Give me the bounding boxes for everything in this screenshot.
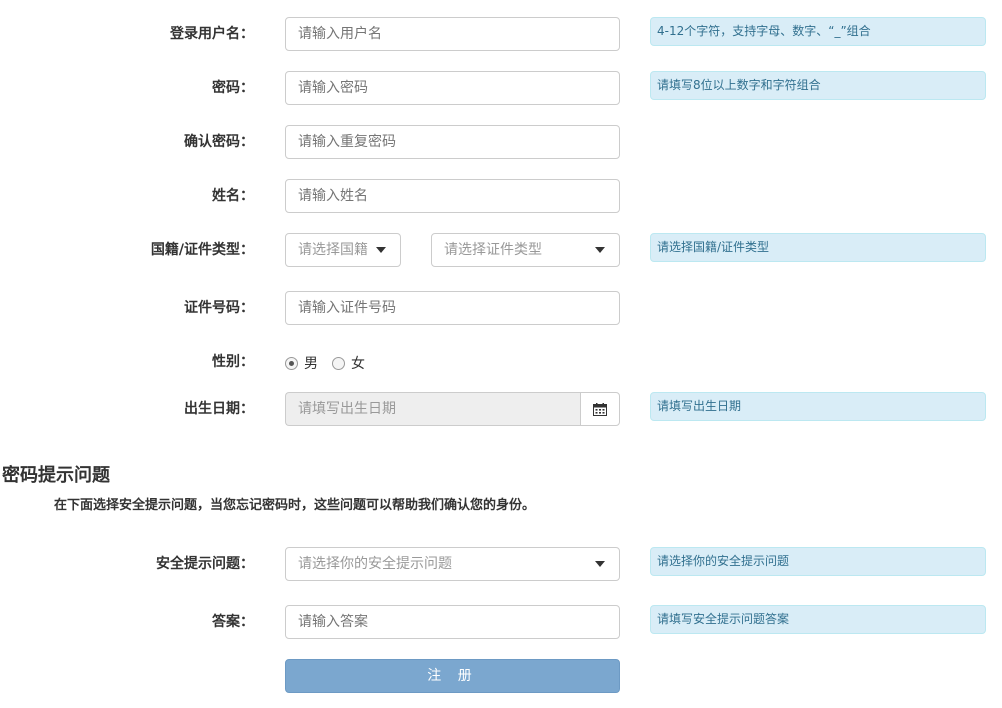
birthday-label: 出生日期： [184, 401, 254, 417]
security-question-label: 安全提示问题： [156, 556, 254, 572]
username-input[interactable] [285, 17, 620, 51]
gender-option-label: 男 [304, 356, 318, 372]
caret-down-icon [595, 561, 605, 567]
gender-radio-male[interactable] [285, 356, 298, 370]
id-type-select[interactable]: 请选择证件类型 [431, 233, 620, 267]
gender-radio-female[interactable] [332, 356, 345, 370]
birthday-date-picker: 请填写出生日期 [285, 392, 620, 426]
caret-down-icon [595, 247, 605, 253]
security-question-value: 请选择你的安全提示问题 [298, 556, 452, 572]
id-type-select-value: 请选择证件类型 [444, 242, 542, 258]
password-input[interactable] [285, 71, 620, 105]
nationality-select[interactable]: 请选择国籍 [285, 233, 401, 267]
id-number-input[interactable] [285, 291, 620, 325]
answer-hint: 请填写安全提示问题答案 [650, 605, 986, 634]
security-question-select[interactable]: 请选择你的安全提示问题 [285, 547, 620, 581]
nationality-select-value: 请选择国籍 [298, 242, 368, 258]
username-hint: 4-12个字符，支持字母、数字、“_”组合 [650, 17, 986, 46]
birthday-input[interactable]: 请填写出生日期 [285, 392, 581, 426]
name-label: 姓名： [212, 188, 254, 204]
gender-label: 性别： [212, 354, 254, 370]
calendar-button[interactable] [580, 392, 620, 426]
register-button[interactable]: 注 册 [285, 659, 620, 693]
nationality-id-type-hint: 请选择国籍/证件类型 [650, 233, 986, 262]
answer-label: 答案： [212, 614, 254, 630]
gender-option-label: 女 [351, 356, 365, 372]
section-description: 在下面选择安全提示问题，当您忘记密码时，这些问题可以帮助我们确认您的身份。 [54, 498, 536, 513]
answer-input[interactable] [285, 605, 620, 639]
gender-radio-group: 男 女 [285, 353, 379, 373]
password-label: 密码： [212, 80, 254, 96]
username-label: 登录用户名： [170, 26, 254, 42]
caret-down-icon [376, 247, 386, 253]
id-number-label: 证件号码： [184, 300, 254, 316]
nationality-id-type-label: 国籍/证件类型： [150, 242, 254, 258]
confirm-password-input[interactable] [285, 125, 620, 159]
security-question-hint: 请选择你的安全提示问题 [650, 547, 986, 576]
password-hint: 请填写8位以上数字和字符组合 [650, 71, 986, 100]
birthday-hint: 请填写出生日期 [650, 392, 986, 421]
calendar-icon [593, 402, 607, 416]
name-input[interactable] [285, 179, 620, 213]
confirm-password-label: 确认密码： [184, 134, 254, 150]
section-title: 密码提示问题 [2, 465, 110, 486]
